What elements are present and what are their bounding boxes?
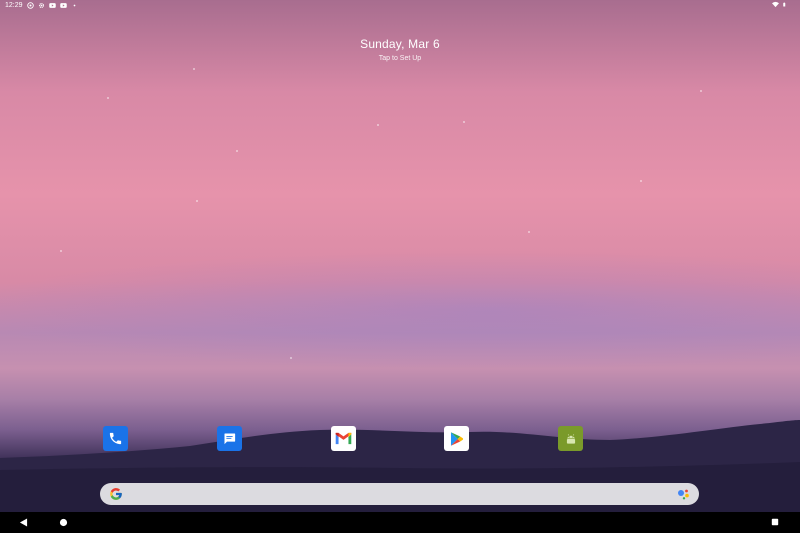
gmail-app-icon[interactable] xyxy=(331,426,356,451)
messages-icon xyxy=(224,433,236,445)
star xyxy=(107,97,109,99)
messages-app-icon[interactable] xyxy=(217,426,242,451)
phone-icon xyxy=(109,432,122,445)
date-text: Sunday, Mar 6 xyxy=(360,37,440,51)
star xyxy=(528,231,530,233)
youtube-icon xyxy=(59,3,67,8)
phone-app-icon[interactable] xyxy=(103,426,128,451)
home-icon[interactable] xyxy=(59,518,68,527)
play-store-icon xyxy=(450,431,464,446)
status-right xyxy=(772,1,787,8)
star xyxy=(377,124,379,126)
status-time: 12:29 xyxy=(5,2,23,9)
status-bar: 12:29 xyxy=(0,0,800,12)
star xyxy=(236,150,238,152)
star xyxy=(700,90,702,92)
gmail-icon xyxy=(335,432,352,445)
star xyxy=(60,250,62,252)
youtube-icon xyxy=(48,3,56,8)
recents-icon[interactable] xyxy=(771,518,779,526)
battery-icon xyxy=(783,2,786,7)
status-left: 12:29 xyxy=(5,2,78,9)
android-robot-icon xyxy=(566,433,575,444)
dot-icon xyxy=(73,4,75,7)
search-bar[interactable] xyxy=(100,483,699,505)
setup-prompt[interactable]: Tap to Set Up xyxy=(300,55,500,62)
google-assistant-icon[interactable] xyxy=(677,488,691,500)
google-g-icon xyxy=(110,488,122,500)
wifi-icon xyxy=(772,1,779,8)
star xyxy=(193,68,195,70)
wallpaper-haze xyxy=(0,250,800,370)
star xyxy=(463,121,465,123)
play-store-app-icon[interactable] xyxy=(444,426,469,451)
android-app-icon[interactable] xyxy=(558,426,583,451)
date-widget[interactable]: Sunday, Mar 6 Tap to Set Up xyxy=(300,37,500,62)
dock xyxy=(0,426,800,452)
android-icon xyxy=(26,2,34,9)
star xyxy=(640,180,642,182)
star xyxy=(196,200,198,202)
navigation-bar xyxy=(0,512,800,533)
star xyxy=(290,357,292,359)
gear-icon xyxy=(38,2,44,9)
back-icon[interactable] xyxy=(19,518,28,527)
